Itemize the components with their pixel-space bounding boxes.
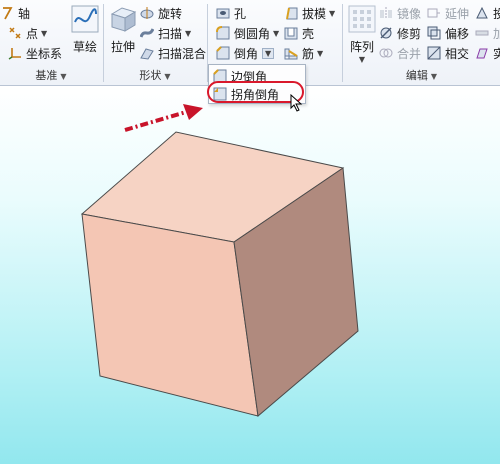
chamfer-label: 倒角 bbox=[234, 46, 259, 61]
axis-icon bbox=[3, 7, 13, 20]
rib-dropdown-icon[interactable]: ▼ bbox=[317, 49, 323, 58]
draft-icon bbox=[286, 7, 298, 20]
chamfer-dropdown-icon[interactable]: ▼ bbox=[262, 47, 275, 59]
round-label: 倒圆角 bbox=[234, 26, 271, 41]
point-button[interactable]: 点 ▼ bbox=[8, 24, 47, 42]
hole-label: 孔 bbox=[234, 6, 247, 21]
datum-group: 轴 点 ▼ 坐标系 草绘 基准 ▼ bbox=[0, 0, 102, 86]
project-label: 投 bbox=[493, 6, 500, 21]
cube-front-face[interactable] bbox=[81, 213, 259, 417]
csys-label: 坐标系 bbox=[26, 46, 63, 61]
trim-label: 修剪 bbox=[397, 26, 422, 41]
point-icon bbox=[9, 27, 21, 39]
editing-group: 阵列 ▼ 镜像 修剪 合并 延伸 偏移 相交 投 加 实 编辑 ▼ bbox=[343, 0, 500, 86]
pattern-icon bbox=[348, 5, 376, 33]
thicken-icon bbox=[475, 30, 489, 36]
rib-label: 筋 bbox=[302, 46, 315, 61]
mirror-button[interactable]: 镜像 bbox=[379, 4, 421, 22]
rib-button[interactable]: 筋 ▼ bbox=[284, 44, 323, 62]
sweep-dropdown-icon[interactable]: ▼ bbox=[185, 29, 191, 38]
mirror-icon bbox=[380, 7, 392, 19]
revolve-button[interactable]: 旋转 bbox=[140, 4, 182, 22]
rib-icon bbox=[284, 48, 298, 60]
intersect-icon bbox=[427, 46, 441, 60]
pattern-label: 阵列 bbox=[349, 40, 374, 54]
merge-label: 合并 bbox=[397, 46, 422, 61]
draft-dropdown-icon[interactable]: ▼ bbox=[329, 9, 335, 18]
project-button[interactable]: 投 bbox=[475, 4, 500, 22]
extend-button[interactable]: 延伸 bbox=[427, 4, 469, 22]
sweep-icon bbox=[140, 28, 154, 38]
shell-icon bbox=[284, 27, 298, 40]
round-icon bbox=[216, 26, 230, 40]
sweep-label: 扫描 bbox=[158, 26, 183, 41]
graphics-viewport[interactable] bbox=[0, 86, 500, 464]
hole-button[interactable]: 孔 bbox=[216, 4, 246, 22]
merge-button[interactable]: 合并 bbox=[379, 44, 421, 62]
round-dropdown-icon[interactable]: ▼ bbox=[273, 29, 279, 38]
swept-blend-button[interactable]: 扫描混合 bbox=[140, 44, 206, 62]
dashed-arrow bbox=[124, 104, 203, 132]
swept-blend-label: 扫描混合 bbox=[158, 46, 207, 61]
thicken-label: 加 bbox=[493, 26, 500, 41]
intersect-label: 相交 bbox=[445, 46, 470, 61]
coordinate-system-icon bbox=[8, 48, 21, 60]
project-icon bbox=[476, 6, 488, 19]
offset-label: 偏移 bbox=[445, 26, 470, 41]
solidify-icon bbox=[476, 48, 488, 59]
shapes-group-label[interactable]: 形状 ▼ bbox=[104, 67, 206, 83]
shell-button[interactable]: 壳 bbox=[284, 24, 314, 42]
chamfer-icon bbox=[216, 46, 230, 60]
shapes-group: 拉伸 旋转 扫描 ▼ 扫描混合 形状 ▼ bbox=[104, 0, 206, 86]
revolve-icon bbox=[140, 7, 154, 19]
sketch-label: 草绘 bbox=[72, 40, 97, 54]
mirror-label: 镜像 bbox=[397, 6, 422, 21]
solidify-label: 实 bbox=[493, 46, 500, 61]
editing-group-label[interactable]: 编辑 ▼ bbox=[343, 67, 500, 83]
extrude-label: 拉伸 bbox=[110, 40, 135, 54]
round-button[interactable]: 倒圆角 ▼ bbox=[216, 24, 279, 42]
merge-icon bbox=[379, 48, 393, 58]
cursor-icon bbox=[290, 94, 303, 112]
revolve-label: 旋转 bbox=[158, 6, 183, 21]
trim-icon bbox=[380, 27, 392, 39]
extrude-button[interactable]: 拉伸 bbox=[108, 4, 138, 55]
cube-model[interactable] bbox=[0, 86, 500, 464]
intersect-button[interactable]: 相交 bbox=[427, 44, 469, 62]
csys-button[interactable]: 坐标系 bbox=[8, 44, 62, 62]
trim-button[interactable]: 修剪 bbox=[379, 24, 421, 42]
extend-icon bbox=[427, 8, 440, 18]
pattern-button[interactable]: 阵列 ▼ bbox=[347, 4, 377, 64]
solidify-button[interactable]: 实 bbox=[475, 44, 500, 62]
draft-button[interactable]: 拔模 ▼ bbox=[284, 4, 335, 22]
sketch-button[interactable]: 草绘 bbox=[70, 4, 100, 55]
shell-label: 壳 bbox=[302, 26, 315, 41]
point-dropdown-icon[interactable]: ▼ bbox=[41, 29, 47, 38]
hole-icon bbox=[216, 8, 230, 19]
extend-label: 延伸 bbox=[445, 6, 470, 21]
thicken-button[interactable]: 加 bbox=[475, 24, 500, 42]
offset-icon bbox=[427, 26, 441, 40]
swept-blend-icon bbox=[140, 48, 154, 60]
chamfer-button[interactable]: 倒角 ▼ bbox=[216, 44, 275, 62]
draft-label: 拔模 bbox=[302, 6, 327, 21]
sketch-icon bbox=[71, 5, 99, 33]
axis-button[interactable]: 轴 bbox=[0, 4, 30, 22]
point-label: 点 bbox=[26, 26, 39, 41]
extrude-icon bbox=[110, 7, 137, 32]
axis-label: 轴 bbox=[18, 6, 31, 21]
offset-button[interactable]: 偏移 bbox=[427, 24, 469, 42]
pattern-dropdown-icon[interactable]: ▼ bbox=[359, 55, 365, 64]
sweep-button[interactable]: 扫描 ▼ bbox=[140, 24, 191, 42]
datum-group-label[interactable]: 基准 ▼ bbox=[0, 67, 102, 83]
